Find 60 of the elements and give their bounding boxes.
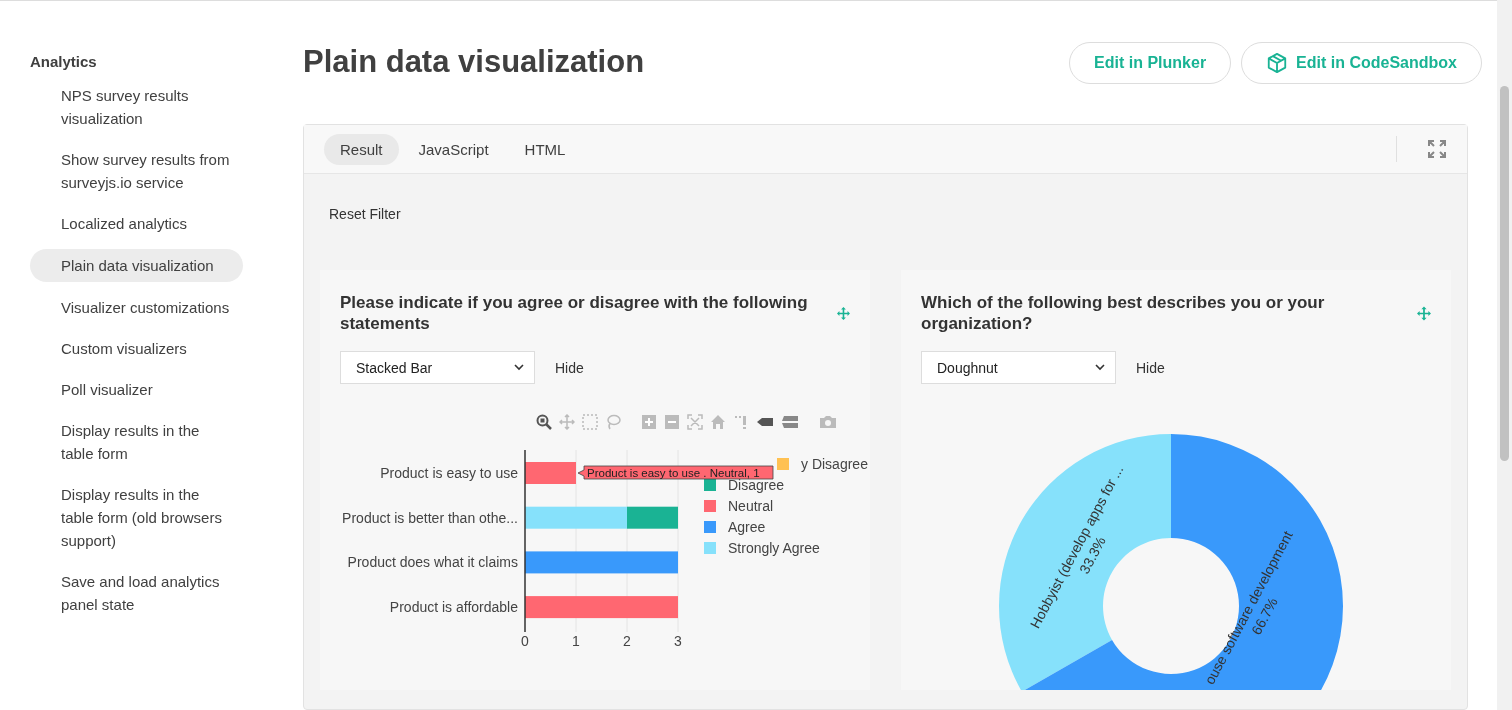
question-title: Which of the following best describes you or your organization?	[921, 292, 1326, 334]
sidebar-item[interactable]: NPS survey results visualization	[30, 80, 243, 134]
chevron-icon	[1095, 364, 1105, 371]
fullscreen-icon[interactable]	[1427, 139, 1447, 159]
tick-label: 2	[623, 633, 631, 649]
spike-lines-icon[interactable]	[733, 414, 749, 430]
hide-link[interactable]: Hide	[555, 359, 584, 376]
move-icon[interactable]	[1417, 305, 1431, 321]
sidebar-item[interactable]: Display results in the table form	[30, 415, 243, 469]
reset-filter-link[interactable]: Reset Filter	[329, 206, 1451, 222]
lasso-icon[interactable]	[605, 414, 621, 430]
chevron-icon	[514, 364, 524, 371]
sidebar-item[interactable]: Poll visualizer	[30, 374, 243, 405]
bar[interactable]	[525, 506, 627, 529]
tick-label: 3	[674, 633, 682, 649]
legend-label[interactable]: y Disagree	[801, 456, 868, 472]
category-label: Product is better than othe...	[342, 509, 518, 526]
home-icon[interactable]	[710, 414, 726, 430]
sidebar-item[interactable]: Plain data visualization	[30, 249, 243, 282]
tab[interactable]: Result	[324, 133, 399, 165]
bar[interactable]	[627, 506, 678, 529]
sidebar-item[interactable]: Custom visualizers	[30, 333, 243, 364]
sidebar-item[interactable]: Show survey results from surveyjs.io service	[30, 144, 243, 198]
sidebar-item[interactable]: Save and load analytics panel state	[30, 566, 243, 620]
chart-type-select[interactable]: Doughnut	[921, 351, 1116, 384]
tick-label: 0	[521, 633, 529, 649]
move-icon[interactable]	[837, 305, 850, 321]
sidebar-heading: Analytics	[30, 53, 98, 70]
legend-label[interactable]: Neutral	[728, 498, 774, 514]
bar[interactable]	[525, 462, 576, 484]
tab[interactable]: HTML	[508, 133, 582, 165]
camera-icon[interactable]	[819, 414, 837, 430]
hide-link[interactable]: Hide	[1136, 359, 1165, 376]
scrollbar[interactable]	[1497, 0, 1512, 710]
legend-label[interactable]: Disagree	[728, 477, 785, 493]
legend-label[interactable]: Strongly Agree	[728, 540, 820, 556]
category-label: Product is affordable	[389, 599, 518, 616]
hover-tooltip: Product is easy to use . Neutral, 1	[577, 465, 774, 480]
four-arrows-icon[interactable]	[559, 414, 575, 430]
magnifier-icon[interactable]	[536, 414, 552, 430]
cube-icon	[1266, 51, 1289, 74]
chart-type-select[interactable]: Stacked Bar	[340, 351, 535, 384]
bar[interactable]	[525, 596, 678, 619]
category-label: Product is easy to use	[380, 465, 518, 481]
tab[interactable]: JavaScript	[402, 133, 505, 165]
plus-square-icon[interactable]	[641, 414, 657, 430]
sidebar-item[interactable]: Visualizer customizations	[30, 292, 243, 323]
minus-square-icon[interactable]	[664, 414, 680, 430]
category-label: Product does what it claims	[347, 554, 518, 571]
dashed-square-icon[interactable]	[582, 414, 598, 430]
page-title: Plain data visualization	[303, 43, 645, 80]
sidebar-item[interactable]: Localized analytics	[30, 208, 243, 239]
question-title: Please indicate if you agree or disagree with the following statements	[340, 292, 809, 334]
donut-slice[interactable]	[999, 434, 1171, 690]
legend-label[interactable]: Agree	[728, 519, 766, 535]
double-bar-icon[interactable]	[781, 414, 799, 430]
bar[interactable]	[525, 551, 678, 574]
sidebar-item[interactable]: Display results in the table form (old browsers support)	[30, 479, 243, 556]
tick-label: 1	[572, 633, 580, 649]
autoscale-icon[interactable]	[687, 414, 703, 430]
